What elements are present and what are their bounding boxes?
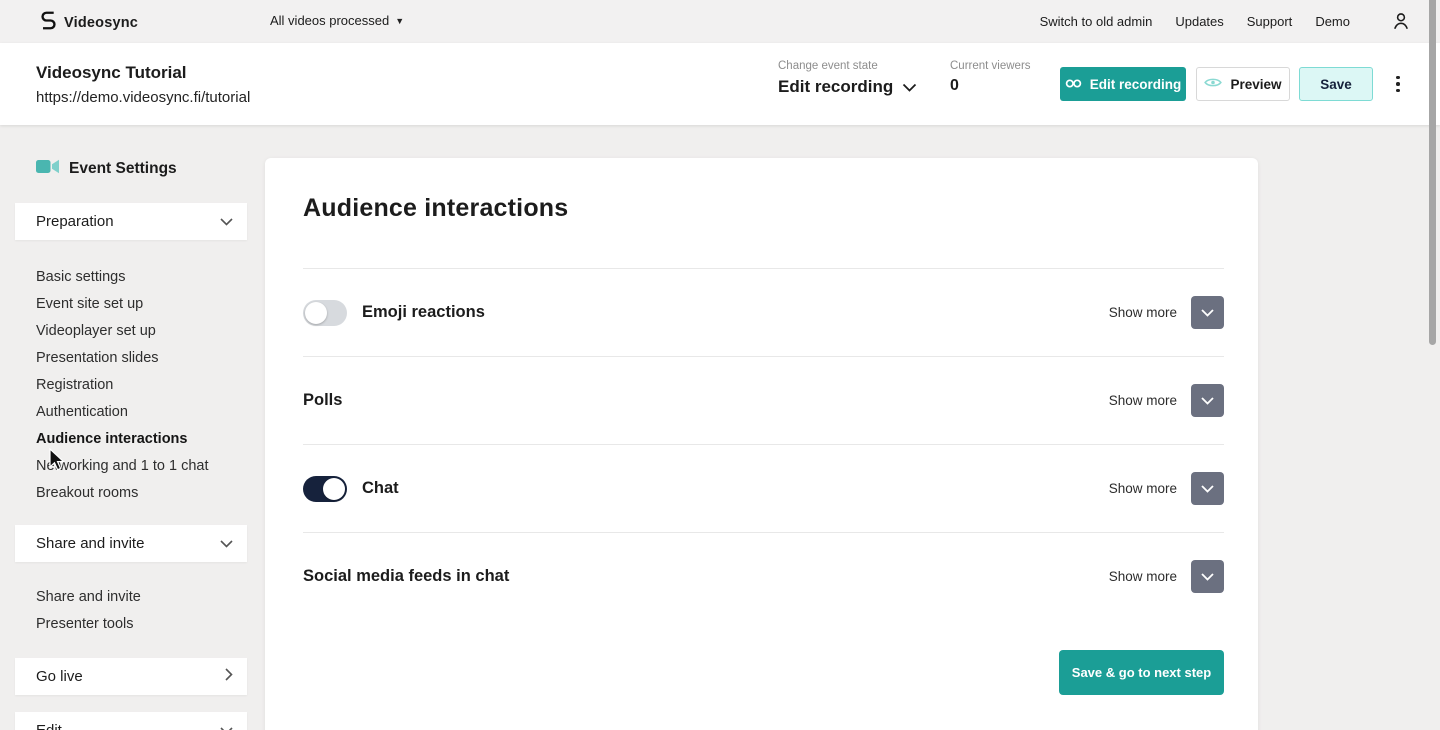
sidebar-title-label: Event Settings: [69, 160, 177, 178]
link-updates[interactable]: Updates: [1175, 14, 1223, 29]
link-demo[interactable]: Demo: [1315, 14, 1350, 29]
event-header: Videosync Tutorial https://demo.videosyn…: [0, 43, 1440, 125]
section-label: Go live: [36, 668, 83, 685]
emoji-reactions-toggle[interactable]: [303, 300, 347, 326]
row-social-media-feeds: Social media feeds in chat Show more: [303, 532, 1224, 620]
link-support[interactable]: Support: [1247, 14, 1293, 29]
chevron-down-icon: [220, 213, 233, 230]
caret-down-icon: ▼: [395, 16, 404, 26]
sidebar-item-share-and-invite[interactable]: Share and invite: [36, 584, 141, 611]
event-state-value: Edit recording: [778, 77, 893, 97]
event-title-block: Videosync Tutorial https://demo.videosyn…: [36, 63, 250, 106]
event-state-control: Change event state Edit recording: [778, 60, 917, 97]
sidebar-item-networking-1to1-chat[interactable]: Networking and 1 to 1 chat: [36, 453, 209, 480]
person-icon[interactable]: [1390, 10, 1412, 37]
audience-interactions-panel: Audience interactions Emoji reactions Sh…: [265, 158, 1258, 730]
sidebar-item-audience-interactions[interactable]: Audience interactions: [36, 426, 209, 453]
section-label: Share and invite: [36, 535, 144, 552]
show-more-link[interactable]: Show more: [1109, 481, 1177, 496]
save-button[interactable]: Save: [1299, 67, 1373, 101]
row-label: Chat: [362, 479, 399, 498]
show-more-link[interactable]: Show more: [1109, 569, 1177, 584]
row-chat: Chat Show more: [303, 444, 1224, 532]
show-more-link[interactable]: Show more: [1109, 393, 1177, 408]
save-label: Save: [1320, 77, 1352, 92]
kebab-menu-icon[interactable]: [1391, 67, 1405, 101]
expand-button[interactable]: [1191, 384, 1224, 417]
video-status-label: All videos processed: [270, 13, 389, 28]
eye-icon: [1204, 76, 1222, 92]
expand-button[interactable]: [1191, 472, 1224, 505]
share-invite-items: Share and invite Presenter tools: [36, 584, 141, 638]
feature-rows: Emoji reactions Show more Polls Show mor…: [303, 268, 1224, 620]
sidebar-title: Event Settings: [36, 159, 177, 179]
current-viewers-label: Current viewers: [950, 60, 1031, 72]
row-label: Polls: [303, 391, 342, 410]
chevron-down-icon: [902, 77, 917, 97]
sidebar-item-authentication[interactable]: Authentication: [36, 399, 209, 426]
expand-button[interactable]: [1191, 560, 1224, 593]
edit-recording-label: Edit recording: [1090, 77, 1182, 92]
event-url[interactable]: https://demo.videosync.fi/tutorial: [36, 89, 250, 106]
page-scrollbar[interactable]: [1429, 0, 1436, 345]
edit-recording-button[interactable]: Edit recording: [1060, 67, 1186, 101]
chevron-down-icon: [1201, 393, 1214, 408]
video-status-dropdown[interactable]: All videos processed ▼: [270, 13, 404, 28]
sidebar-section-preparation[interactable]: Preparation: [15, 203, 247, 240]
current-viewers-count: 0: [950, 77, 1031, 95]
sidebar-item-registration[interactable]: Registration: [36, 372, 209, 399]
topbar-links: Switch to old admin Updates Support Demo: [1040, 14, 1350, 29]
sidebar-item-basic-settings[interactable]: Basic settings: [36, 264, 209, 291]
section-label: Preparation: [36, 213, 114, 230]
show-more-link[interactable]: Show more: [1109, 305, 1177, 320]
videosync-logo-icon: [40, 10, 57, 36]
chevron-down-icon: [1201, 481, 1214, 496]
row-polls: Polls Show more: [303, 356, 1224, 444]
brand[interactable]: Videosync: [40, 10, 138, 36]
sidebar-section-share-and-invite[interactable]: Share and invite: [15, 525, 247, 562]
row-label: Social media feeds in chat: [303, 567, 509, 586]
expand-button[interactable]: [1191, 296, 1224, 329]
page-title: Audience interactions: [303, 194, 568, 223]
chevron-right-icon: [225, 668, 233, 685]
brand-name: Videosync: [64, 15, 138, 31]
row-label: Emoji reactions: [362, 303, 485, 322]
preview-label: Preview: [1230, 77, 1281, 92]
preview-button[interactable]: Preview: [1196, 67, 1290, 101]
section-label: Edit: [36, 722, 62, 730]
preparation-items: Basic settings Event site set up Videopl…: [36, 264, 209, 507]
current-viewers: Current viewers 0: [950, 60, 1031, 95]
event-state-label: Change event state: [778, 60, 917, 72]
chevron-down-icon: [220, 722, 233, 730]
infinity-record-icon: [1065, 77, 1082, 92]
sidebar-section-go-live[interactable]: Go live: [15, 658, 247, 695]
videosync-admin-app: Videosync All videos processed ▼ Switch …: [0, 0, 1440, 730]
chevron-down-icon: [220, 535, 233, 552]
event-title: Videosync Tutorial: [36, 63, 250, 83]
row-emoji-reactions: Emoji reactions Show more: [303, 268, 1224, 356]
sidebar-item-event-site-set-up[interactable]: Event site set up: [36, 291, 209, 318]
video-camera-icon: [36, 159, 59, 179]
sidebar-item-presentation-slides[interactable]: Presentation slides: [36, 345, 209, 372]
sidebar-item-videoplayer-set-up[interactable]: Videoplayer set up: [36, 318, 209, 345]
save-next-step-button[interactable]: Save & go to next step: [1059, 650, 1224, 695]
event-state-select[interactable]: Edit recording: [778, 77, 917, 97]
sidebar-item-breakout-rooms[interactable]: Breakout rooms: [36, 480, 209, 507]
chevron-down-icon: [1201, 305, 1214, 320]
top-bar: Videosync All videos processed ▼ Switch …: [0, 0, 1440, 43]
chevron-down-icon: [1201, 569, 1214, 584]
sidebar-item-presenter-tools[interactable]: Presenter tools: [36, 611, 141, 638]
link-switch-old-admin[interactable]: Switch to old admin: [1040, 14, 1153, 29]
chat-toggle[interactable]: [303, 476, 347, 502]
sidebar-section-edit[interactable]: Edit: [15, 712, 247, 730]
